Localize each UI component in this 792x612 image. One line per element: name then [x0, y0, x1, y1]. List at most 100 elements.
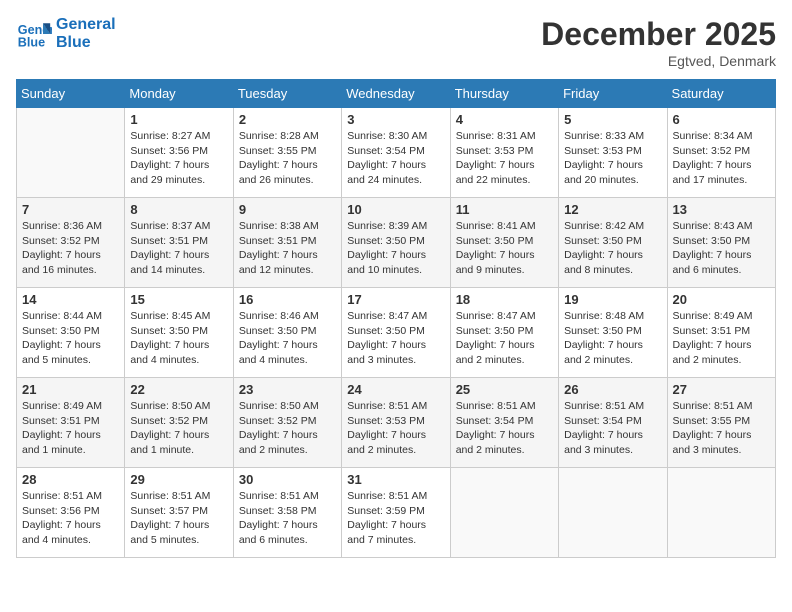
day-number: 21 — [22, 382, 119, 397]
calendar-cell: 13 Sunrise: 8:43 AMSunset: 3:50 PMDayligh… — [667, 198, 775, 288]
day-number: 8 — [130, 202, 227, 217]
cell-info: Sunrise: 8:50 AMSunset: 3:52 PMDaylight:… — [130, 399, 227, 458]
weekday-header-friday: Friday — [559, 80, 667, 108]
day-number: 26 — [564, 382, 661, 397]
day-number: 3 — [347, 112, 444, 127]
cell-info: Sunrise: 8:49 AMSunset: 3:51 PMDaylight:… — [673, 309, 770, 368]
cell-info: Sunrise: 8:47 AMSunset: 3:50 PMDaylight:… — [456, 309, 553, 368]
calendar-cell: 16 Sunrise: 8:46 AMSunset: 3:50 PMDayligh… — [233, 288, 341, 378]
day-number: 4 — [456, 112, 553, 127]
svg-text:Blue: Blue — [18, 36, 45, 50]
day-number: 9 — [239, 202, 336, 217]
calendar-cell — [559, 468, 667, 558]
calendar-cell: 2 Sunrise: 8:28 AMSunset: 3:55 PMDaylight… — [233, 108, 341, 198]
day-number: 13 — [673, 202, 770, 217]
calendar-cell — [667, 468, 775, 558]
day-number: 18 — [456, 292, 553, 307]
cell-info: Sunrise: 8:48 AMSunset: 3:50 PMDaylight:… — [564, 309, 661, 368]
day-number: 10 — [347, 202, 444, 217]
calendar-cell: 12 Sunrise: 8:42 AMSunset: 3:50 PMDayligh… — [559, 198, 667, 288]
weekday-header-monday: Monday — [125, 80, 233, 108]
cell-info: Sunrise: 8:51 AMSunset: 3:56 PMDaylight:… — [22, 489, 119, 548]
calendar-cell: 6 Sunrise: 8:34 AMSunset: 3:52 PMDaylight… — [667, 108, 775, 198]
day-number: 23 — [239, 382, 336, 397]
logo-icon: General Blue — [16, 16, 52, 52]
calendar-cell: 31Sunrise: 8:51 AMSunset: 3:59 PMDayligh… — [342, 468, 450, 558]
day-number: 29 — [130, 472, 227, 487]
day-number: 7 — [22, 202, 119, 217]
calendar-cell: 25 Sunrise: 8:51 AMSunset: 3:54 PMDayligh… — [450, 378, 558, 468]
logo-line1: General — [56, 16, 116, 34]
weekday-header-saturday: Saturday — [667, 80, 775, 108]
weekday-header-tuesday: Tuesday — [233, 80, 341, 108]
cell-info: Sunrise: 8:38 AMSunset: 3:51 PMDaylight:… — [239, 219, 336, 278]
calendar-cell — [450, 468, 558, 558]
calendar-cell: 3Sunrise: 8:30 AMSunset: 3:54 PMDaylight… — [342, 108, 450, 198]
calendar-cell: 10 Sunrise: 8:39 AMSunset: 3:50 PMDayligh… — [342, 198, 450, 288]
calendar-cell: 17 Sunrise: 8:47 AMSunset: 3:50 PMDayligh… — [342, 288, 450, 378]
day-number: 1 — [130, 112, 227, 127]
calendar-cell: 14 Sunrise: 8:44 AMSunset: 3:50 PMDayligh… — [17, 288, 125, 378]
day-number: 15 — [130, 292, 227, 307]
day-number: 16 — [239, 292, 336, 307]
cell-info: Sunrise: 8:33 AMSunset: 3:53 PMDaylight:… — [564, 129, 661, 188]
day-number: 20 — [673, 292, 770, 307]
cell-info: Sunrise: 8:27 AMSunset: 3:56 PMDaylight:… — [130, 129, 227, 188]
calendar-cell: 7 Sunrise: 8:36 AMSunset: 3:52 PMDaylight… — [17, 198, 125, 288]
day-number: 17 — [347, 292, 444, 307]
calendar-cell: 11Sunrise: 8:41 AMSunset: 3:50 PMDayligh… — [450, 198, 558, 288]
cell-info: Sunrise: 8:42 AMSunset: 3:50 PMDaylight:… — [564, 219, 661, 278]
cell-info: Sunrise: 8:45 AMSunset: 3:50 PMDaylight:… — [130, 309, 227, 368]
calendar-week-row: 7 Sunrise: 8:36 AMSunset: 3:52 PMDaylight… — [17, 198, 776, 288]
weekday-header-thursday: Thursday — [450, 80, 558, 108]
logo: General Blue General Blue — [16, 16, 116, 52]
calendar-table: SundayMondayTuesdayWednesdayThursdayFrid… — [16, 79, 776, 558]
day-number: 12 — [564, 202, 661, 217]
title-area: December 2025 Egtved, Denmark — [541, 16, 776, 69]
cell-info: Sunrise: 8:37 AMSunset: 3:51 PMDaylight:… — [130, 219, 227, 278]
calendar-cell: 15 Sunrise: 8:45 AMSunset: 3:50 PMDayligh… — [125, 288, 233, 378]
cell-info: Sunrise: 8:46 AMSunset: 3:50 PMDaylight:… — [239, 309, 336, 368]
cell-info: Sunrise: 8:28 AMSunset: 3:55 PMDaylight:… — [239, 129, 336, 188]
cell-info: Sunrise: 8:36 AMSunset: 3:52 PMDaylight:… — [22, 219, 119, 278]
calendar-week-row: 21Sunrise: 8:49 AMSunset: 3:51 PMDayligh… — [17, 378, 776, 468]
calendar-cell: 20 Sunrise: 8:49 AMSunset: 3:51 PMDayligh… — [667, 288, 775, 378]
weekday-header-row: SundayMondayTuesdayWednesdayThursdayFrid… — [17, 80, 776, 108]
cell-info: Sunrise: 8:44 AMSunset: 3:50 PMDaylight:… — [22, 309, 119, 368]
day-number: 19 — [564, 292, 661, 307]
cell-info: Sunrise: 8:51 AMSunset: 3:57 PMDaylight:… — [130, 489, 227, 548]
cell-info: Sunrise: 8:51 AMSunset: 3:55 PMDaylight:… — [673, 399, 770, 458]
day-number: 6 — [673, 112, 770, 127]
day-number: 31 — [347, 472, 444, 487]
cell-info: Sunrise: 8:41 AMSunset: 3:50 PMDaylight:… — [456, 219, 553, 278]
calendar-cell: 21Sunrise: 8:49 AMSunset: 3:51 PMDayligh… — [17, 378, 125, 468]
day-number: 30 — [239, 472, 336, 487]
day-number: 5 — [564, 112, 661, 127]
cell-info: Sunrise: 8:39 AMSunset: 3:50 PMDaylight:… — [347, 219, 444, 278]
calendar-week-row: 14 Sunrise: 8:44 AMSunset: 3:50 PMDayligh… — [17, 288, 776, 378]
calendar-cell — [17, 108, 125, 198]
day-number: 2 — [239, 112, 336, 127]
cell-info: Sunrise: 8:34 AMSunset: 3:52 PMDaylight:… — [673, 129, 770, 188]
month-title: December 2025 — [541, 16, 776, 53]
cell-info: Sunrise: 8:47 AMSunset: 3:50 PMDaylight:… — [347, 309, 444, 368]
calendar-cell: 9 Sunrise: 8:38 AMSunset: 3:51 PMDaylight… — [233, 198, 341, 288]
day-number: 27 — [673, 382, 770, 397]
day-number: 25 — [456, 382, 553, 397]
logo-line2: Blue — [56, 34, 116, 52]
day-number: 14 — [22, 292, 119, 307]
calendar-cell: 4 Sunrise: 8:31 AMSunset: 3:53 PMDaylight… — [450, 108, 558, 198]
calendar-cell: 27 Sunrise: 8:51 AMSunset: 3:55 PMDayligh… — [667, 378, 775, 468]
cell-info: Sunrise: 8:51 AMSunset: 3:54 PMDaylight:… — [456, 399, 553, 458]
calendar-cell: 5 Sunrise: 8:33 AMSunset: 3:53 PMDaylight… — [559, 108, 667, 198]
calendar-week-row: 28 Sunrise: 8:51 AMSunset: 3:56 PMDayligh… — [17, 468, 776, 558]
calendar-cell: 23Sunrise: 8:50 AMSunset: 3:52 PMDayligh… — [233, 378, 341, 468]
cell-info: Sunrise: 8:51 AMSunset: 3:53 PMDaylight:… — [347, 399, 444, 458]
calendar-cell: 22Sunrise: 8:50 AMSunset: 3:52 PMDayligh… — [125, 378, 233, 468]
cell-info: Sunrise: 8:31 AMSunset: 3:53 PMDaylight:… — [456, 129, 553, 188]
calendar-cell: 30Sunrise: 8:51 AMSunset: 3:58 PMDayligh… — [233, 468, 341, 558]
cell-info: Sunrise: 8:43 AMSunset: 3:50 PMDaylight:… — [673, 219, 770, 278]
day-number: 28 — [22, 472, 119, 487]
calendar-week-row: 1 Sunrise: 8:27 AMSunset: 3:56 PMDaylight… — [17, 108, 776, 198]
calendar-cell: 28 Sunrise: 8:51 AMSunset: 3:56 PMDayligh… — [17, 468, 125, 558]
